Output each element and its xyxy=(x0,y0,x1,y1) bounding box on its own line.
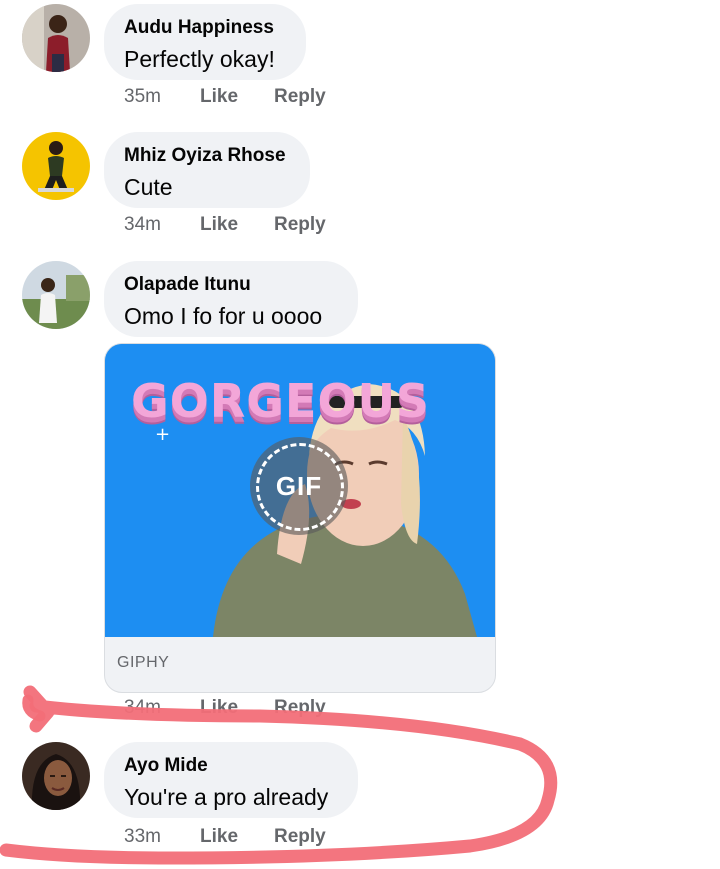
comment-text: Cute xyxy=(124,174,173,200)
gif-source-label[interactable]: GIPHY xyxy=(117,654,169,672)
reply-button[interactable]: Reply xyxy=(274,214,326,236)
gif-caption: GORGEOUS xyxy=(131,374,431,428)
profile-photo xyxy=(22,4,90,72)
avatar[interactable] xyxy=(22,4,90,72)
gif-play-badge[interactable]: GIF xyxy=(250,437,348,535)
profile-photo xyxy=(22,261,90,329)
like-button[interactable]: Like xyxy=(200,86,238,108)
timestamp[interactable]: 34m xyxy=(124,697,161,719)
reply-button[interactable]: Reply xyxy=(274,826,326,848)
like-button[interactable]: Like xyxy=(200,697,238,719)
author-name[interactable]: Olapade Itunu xyxy=(124,273,336,297)
comment-text: Perfectly okay! xyxy=(124,46,275,72)
comment-bubble[interactable]: Mhiz Oyiza Rhose Cute xyxy=(104,132,310,208)
profile-photo xyxy=(22,132,90,200)
author-name[interactable]: Mhiz Oyiza Rhose xyxy=(124,144,288,168)
comment-bubble[interactable]: Olapade Itunu Omo I fo for u oooo xyxy=(104,261,358,337)
avatar[interactable] xyxy=(22,261,90,329)
comment-text: Omo I fo for u oooo xyxy=(124,303,323,329)
reply-button[interactable]: Reply xyxy=(274,697,326,719)
author-name[interactable]: Ayo Mide xyxy=(124,754,336,778)
avatar[interactable] xyxy=(22,742,90,810)
profile-photo xyxy=(22,742,90,810)
like-button[interactable]: Like xyxy=(200,214,238,236)
gif-attachment[interactable]: + GORGEOUS GIF GIPHY xyxy=(104,343,496,693)
reply-button[interactable]: Reply xyxy=(274,86,326,108)
author-name[interactable]: Audu Happiness xyxy=(124,16,284,40)
comment-bubble[interactable]: Ayo Mide You're a pro already xyxy=(104,742,358,818)
gif-badge-label: GIF xyxy=(275,470,323,501)
comment-text: You're a pro already xyxy=(124,784,329,810)
avatar[interactable] xyxy=(22,132,90,200)
timestamp[interactable]: 33m xyxy=(124,826,161,848)
like-button[interactable]: Like xyxy=(200,826,238,848)
gif-image[interactable]: + GORGEOUS GIF xyxy=(105,344,495,637)
comment-bubble[interactable]: Audu Happiness Perfectly okay! xyxy=(104,4,306,80)
timestamp[interactable]: 35m xyxy=(124,86,161,108)
timestamp[interactable]: 34m xyxy=(124,214,161,236)
